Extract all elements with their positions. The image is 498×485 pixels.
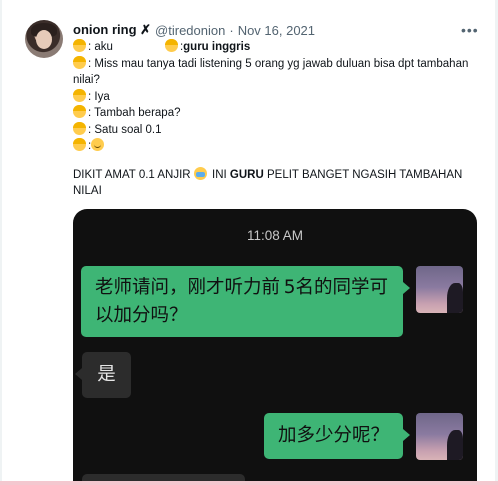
text-segment: : aku	[88, 41, 113, 53]
tweet-date[interactable]: Nov 16, 2021	[238, 23, 315, 38]
text-line: :	[73, 138, 473, 155]
chat-bubble-received: 是	[75, 352, 131, 398]
chat-bubble-sent: 加多少分呢？	[264, 413, 410, 459]
text-line: : Iya	[73, 88, 473, 106]
tweet-text: : aku:guru inggris : Miss mau tanya tadi…	[73, 39, 473, 200]
chat-timestamp: 11:08 AM	[246, 228, 304, 243]
bottom-divider	[0, 481, 498, 485]
text-segment: : Iya	[88, 90, 110, 103]
text-segment: : Miss mau tanya tadi listening 5 orang …	[73, 57, 472, 87]
text-line: : Satu soal 0.1	[73, 121, 473, 139]
person-emoji-icon	[73, 121, 86, 135]
person-emoji-icon	[73, 105, 86, 118]
avatar[interactable]	[25, 20, 63, 58]
separator: ·	[229, 22, 234, 38]
person-emoji-icon	[73, 55, 86, 69]
crying-emoji-icon	[193, 166, 207, 180]
display-name[interactable]: onion ring ✗	[73, 22, 151, 38]
frame-border-left	[0, 0, 2, 485]
user-handle[interactable]: @tiredonion	[155, 23, 225, 38]
text-line: : Tambah berapa?	[73, 105, 473, 122]
smile-emoji-icon	[91, 138, 105, 151]
text-segment: DIKIT AMAT 0.1 ANJIR	[73, 168, 191, 181]
text-line: : aku:guru inggris	[73, 39, 473, 56]
person-emoji-icon	[164, 39, 178, 52]
person-emoji-icon	[73, 88, 86, 102]
text-line: DIKIT AMAT 0.1 ANJIR INI GURU PELIT BANG…	[73, 166, 473, 200]
chat-bubble-sent: 老师请问，刚才听力前 5名的同学可以加分吗？	[81, 266, 410, 337]
text-segment: : Satu soal 0.1	[88, 123, 162, 136]
text-segment: GURU	[229, 168, 264, 181]
person-emoji-icon	[73, 138, 86, 151]
tweet-header: onion ring ✗ @tiredonion · Nov 16, 2021	[73, 21, 315, 39]
more-icon[interactable]: •••	[461, 22, 479, 38]
text-line: : Miss mau tanya tadi listening 5 orang …	[73, 55, 473, 89]
attached-image[interactable]: 11:08 AM 老师请问，刚才听力前 5名的同学可以加分吗？ 是 加多少分呢？	[73, 209, 477, 485]
chat-avatar	[416, 266, 463, 313]
text-segment: : Tambah berapa?	[88, 107, 181, 119]
text-segment: INI	[212, 168, 227, 181]
chat-avatar	[416, 413, 463, 460]
text-segment: guru inggris	[183, 41, 251, 53]
person-emoji-icon	[73, 39, 86, 52]
